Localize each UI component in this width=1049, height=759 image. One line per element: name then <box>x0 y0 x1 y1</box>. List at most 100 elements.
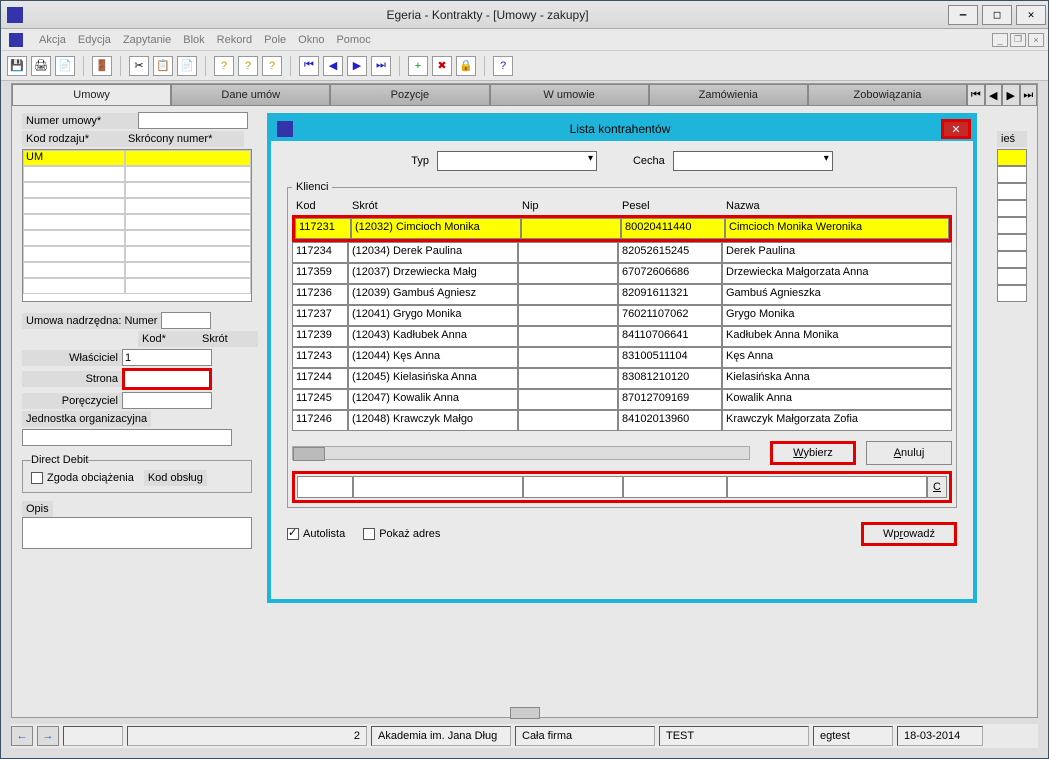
minimize-button[interactable]: — <box>948 5 978 25</box>
right-flag-5[interactable] <box>997 217 1027 234</box>
table-row[interactable]: 117236(12039) Gambuś Agniesz82091611321G… <box>292 284 952 305</box>
first-record-icon[interactable]: ⏮ <box>299 56 319 76</box>
cell-nip <box>518 284 618 305</box>
status-prev-icon[interactable]: ← <box>11 726 33 746</box>
table-row[interactable]: 117239(12043) Kadłubek Anna84110706641Ka… <box>292 326 952 347</box>
kod-rodzaju-cell[interactable]: UM <box>23 150 125 166</box>
label-kod: Kod* <box>138 331 198 347</box>
table-row[interactable]: 117246(12048) Krawczyk Małgo84102013960K… <box>292 410 952 431</box>
table-row[interactable]: 117244(12045) Kielasińska Anna8308121012… <box>292 368 952 389</box>
insert-record-icon[interactable]: + <box>408 56 428 76</box>
search-nip-input[interactable] <box>523 476 623 498</box>
pokaz-adres-checkbox[interactable] <box>363 528 375 540</box>
menu-okno[interactable]: Okno <box>298 34 324 46</box>
right-flag-3[interactable] <box>997 183 1027 200</box>
table-row[interactable]: 117359(12037) Drzewiecka Małg67072606686… <box>292 263 952 284</box>
cecha-combo[interactable] <box>673 151 833 171</box>
menu-rekord[interactable]: Rekord <box>217 34 252 46</box>
wprowadz-button[interactable]: Wprowadź <box>861 522 957 546</box>
popup-close-button[interactable]: ✕ <box>941 119 971 139</box>
menu-edycja[interactable]: Edycja <box>78 34 111 46</box>
delete-record-icon[interactable]: ✖ <box>432 56 452 76</box>
print-icon[interactable]: 🖨 <box>31 56 51 76</box>
label-ies: ieś <box>997 131 1027 147</box>
splitter-handle[interactable] <box>510 707 540 719</box>
search-kod-input[interactable] <box>297 476 353 498</box>
print-preview-icon[interactable]: 📄 <box>55 56 75 76</box>
query-enter-icon[interactable]: ? <box>214 56 234 76</box>
tab-zobowiazania[interactable]: Zobowiązania <box>808 84 967 106</box>
poreczyciel-input[interactable] <box>122 392 212 409</box>
horizontal-scrollbar[interactable] <box>292 446 750 460</box>
cell-nazwa: Kadłubek Anna Monika <box>722 326 952 347</box>
right-flag-9[interactable] <box>997 285 1027 302</box>
autolista-checkbox[interactable] <box>287 528 299 540</box>
table-row[interactable]: 117234(12034) Derek Paulina82052615245De… <box>292 242 952 263</box>
anuluj-button[interactable]: Anuluj <box>866 441 952 465</box>
child-close-button[interactable]: × <box>1028 33 1044 47</box>
paste-icon[interactable]: 📄 <box>177 56 197 76</box>
menu-blok[interactable]: Blok <box>183 34 204 46</box>
close-button[interactable]: ✕ <box>1016 5 1046 25</box>
right-flag-8[interactable] <box>997 268 1027 285</box>
cell-skrot: (12037) Drzewiecka Małg <box>348 263 518 284</box>
menu-pole[interactable]: Pole <box>264 34 286 46</box>
menu-pomoc[interactable]: Pomoc <box>336 34 370 46</box>
opis-input[interactable] <box>22 517 252 549</box>
table-row[interactable]: 117231(12032) Cimcioch Monika80020411440… <box>292 215 952 242</box>
save-icon[interactable]: 💾 <box>7 56 27 76</box>
cell-nazwa: Krawczyk Małgorzata Zofia <box>722 410 952 431</box>
cell-nip <box>521 218 621 239</box>
table-row[interactable]: 117237(12041) Grygo Monika76021107062Gry… <box>292 305 952 326</box>
tab-nav-prev-icon[interactable]: ◀ <box>985 84 1003 106</box>
tab-nav-first-icon[interactable]: ⏮ <box>967 84 985 106</box>
right-flag-6[interactable] <box>997 234 1027 251</box>
tab-pozycje[interactable]: Pozycje <box>330 84 489 106</box>
prev-record-icon[interactable]: ◀ <box>323 56 343 76</box>
search-pesel-input[interactable] <box>623 476 727 498</box>
tab-w-umowie[interactable]: W umowie <box>490 84 649 106</box>
strona-input[interactable] <box>122 368 212 390</box>
maximize-button[interactable]: □ <box>982 5 1012 25</box>
wlasciciel-input[interactable] <box>122 349 212 366</box>
last-record-icon[interactable]: ⏭ <box>371 56 391 76</box>
label-numer-umowy: Numer umowy* <box>22 113 138 129</box>
menu-zapytanie[interactable]: Zapytanie <box>123 34 171 46</box>
query-run-icon[interactable]: ? <box>238 56 258 76</box>
table-row[interactable]: 117243(12044) Kęs Anna83100511104Kęs Ann… <box>292 347 952 368</box>
jednostka-input[interactable] <box>22 429 232 446</box>
search-skrot-input[interactable] <box>353 476 523 498</box>
col-nip: Nip <box>518 197 618 215</box>
skrocony-numer-cell[interactable] <box>125 150 251 166</box>
query-cancel-icon[interactable]: ? <box>262 56 282 76</box>
table-row[interactable]: 117245(12047) Kowalik Anna87012709169Kow… <box>292 389 952 410</box>
cut-icon[interactable]: ✂ <box>129 56 149 76</box>
next-record-icon[interactable]: ▶ <box>347 56 367 76</box>
right-flag-1[interactable] <box>997 149 1027 166</box>
right-flag-2[interactable] <box>997 166 1027 183</box>
tab-zamowienia[interactable]: Zamówienia <box>649 84 808 106</box>
tab-nav-last-icon[interactable]: ⏭ <box>1020 84 1038 106</box>
right-flag-4[interactable] <box>997 200 1027 217</box>
help-icon[interactable]: ? <box>493 56 513 76</box>
tab-nav-next-icon[interactable]: ▶ <box>1002 84 1020 106</box>
zgoda-checkbox[interactable] <box>31 472 43 484</box>
tab-dane-umow[interactable]: Dane umów <box>171 84 330 106</box>
label-typ: Typ <box>411 155 429 167</box>
status-next-icon[interactable]: → <box>37 726 59 746</box>
right-flag-7[interactable] <box>997 251 1027 268</box>
menu-akcja[interactable]: Akcja <box>39 34 66 46</box>
child-minimize-button[interactable]: _ <box>992 33 1008 47</box>
tab-umowy[interactable]: Umowy <box>12 84 171 106</box>
typ-combo[interactable] <box>437 151 597 171</box>
child-restore-button[interactable]: ❐ <box>1010 33 1026 47</box>
copy-icon[interactable]: 📋 <box>153 56 173 76</box>
wybierz-button[interactable]: Wybierz <box>770 441 856 465</box>
exit-icon[interactable]: 🚪 <box>92 56 112 76</box>
lock-icon[interactable]: 🔒 <box>456 56 476 76</box>
cell-nip <box>518 242 618 263</box>
search-nazwa-input[interactable] <box>727 476 927 498</box>
clear-search-button[interactable]: C <box>927 476 947 498</box>
umowa-nadrzedna-input[interactable] <box>161 312 211 329</box>
numer-umowy-input[interactable] <box>138 112 248 129</box>
